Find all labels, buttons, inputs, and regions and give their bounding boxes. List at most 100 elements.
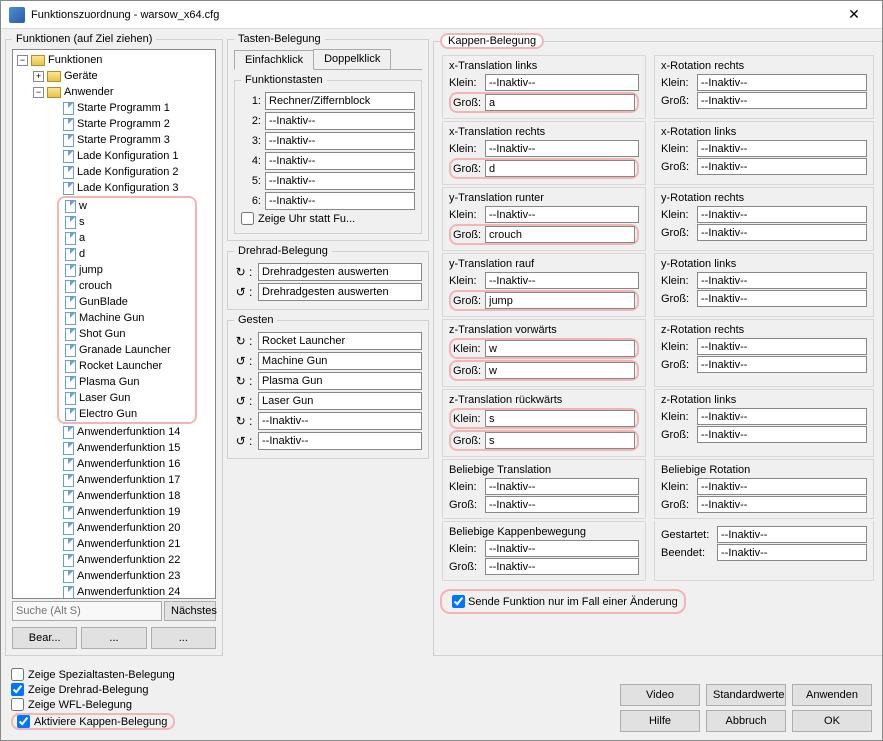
- kappen-input[interactable]: [485, 540, 639, 557]
- kappen-input[interactable]: [485, 558, 639, 575]
- kappen-input[interactable]: [485, 362, 635, 379]
- tree-item[interactable]: Lade Konfiguration 1: [13, 148, 215, 164]
- activate-kappen-checkbox[interactable]: [17, 715, 30, 728]
- tree-item[interactable]: s: [59, 214, 195, 230]
- kappen-input[interactable]: [697, 356, 867, 373]
- tree-item[interactable]: Anwenderfunktion 23: [13, 568, 215, 584]
- tree-item[interactable]: +Geräte: [13, 68, 215, 84]
- clock-checkbox[interactable]: [241, 212, 254, 225]
- kappen-input[interactable]: [697, 140, 867, 157]
- tree-item[interactable]: Anwenderfunktion 24: [13, 584, 215, 599]
- tree-item[interactable]: GunBlade: [59, 294, 195, 310]
- fk-input-5[interactable]: [265, 172, 415, 190]
- tree-item[interactable]: Rocket Launcher: [59, 358, 195, 374]
- bear-button[interactable]: Bear...: [12, 627, 77, 649]
- next-button[interactable]: Nächstes: [164, 601, 216, 621]
- kappen-input[interactable]: [485, 94, 635, 111]
- kappen-input[interactable]: [697, 74, 867, 91]
- kappen-input[interactable]: [697, 92, 867, 109]
- help-button[interactable]: Hilfe: [620, 710, 700, 732]
- kappen-input[interactable]: [485, 432, 635, 449]
- functions-tree[interactable]: −Funktionen+Geräte−AnwenderStarte Progra…: [12, 49, 216, 599]
- tree-item[interactable]: Lade Konfiguration 3: [13, 180, 215, 196]
- kappen-input[interactable]: [697, 408, 867, 425]
- kappen-input[interactable]: [485, 292, 635, 309]
- kappen-input[interactable]: [697, 478, 867, 495]
- kappen-input[interactable]: [697, 272, 867, 289]
- apply-button[interactable]: Anwenden: [792, 684, 872, 706]
- tree-item[interactable]: Plasma Gun: [59, 374, 195, 390]
- kappen-input[interactable]: [697, 338, 867, 355]
- tree-item[interactable]: Anwenderfunktion 19: [13, 504, 215, 520]
- gesture-input-4[interactable]: [258, 412, 422, 430]
- kappen-input[interactable]: [697, 206, 867, 223]
- tree-item[interactable]: Starte Programm 2: [13, 116, 215, 132]
- tree-item[interactable]: Electro Gun: [59, 406, 195, 422]
- show-wfl-checkbox[interactable]: [11, 698, 24, 711]
- dots1-button[interactable]: ...: [81, 627, 146, 649]
- tree-item[interactable]: a: [59, 230, 195, 246]
- kappen-input[interactable]: [697, 426, 867, 443]
- send-change-checkbox[interactable]: [452, 595, 465, 608]
- gesture-input-1[interactable]: [258, 352, 422, 370]
- kappen-input[interactable]: [697, 290, 867, 307]
- fk-input-6[interactable]: [265, 192, 415, 210]
- tree-item[interactable]: Anwenderfunktion 20: [13, 520, 215, 536]
- tree-item[interactable]: Anwenderfunktion 14: [13, 424, 215, 440]
- tab-doppelklick[interactable]: Doppelklick: [313, 49, 391, 69]
- drehrad-2[interactable]: [258, 283, 422, 301]
- tree-item[interactable]: Shot Gun: [59, 326, 195, 342]
- kappen-input[interactable]: [485, 160, 635, 177]
- fk-input-2[interactable]: [265, 112, 415, 130]
- tree-item[interactable]: Anwenderfunktion 22: [13, 552, 215, 568]
- tree-item[interactable]: d: [59, 246, 195, 262]
- cancel-button[interactable]: Abbruch: [706, 710, 786, 732]
- kappen-input[interactable]: [485, 226, 635, 243]
- show-special-checkbox[interactable]: [11, 668, 24, 681]
- defaults-button[interactable]: Standardwerte: [706, 684, 786, 706]
- tree-item[interactable]: −Anwender: [13, 84, 215, 100]
- tree-item[interactable]: w: [59, 198, 195, 214]
- kappen-input[interactable]: [485, 140, 639, 157]
- kappen-input[interactable]: [485, 478, 639, 495]
- drehrad-1[interactable]: [258, 263, 422, 281]
- gesture-input-2[interactable]: [258, 372, 422, 390]
- gesture-input-3[interactable]: [258, 392, 422, 410]
- fk-input-4[interactable]: [265, 152, 415, 170]
- close-icon[interactable]: ✕: [834, 6, 874, 23]
- tree-item[interactable]: jump: [59, 262, 195, 278]
- tree-item[interactable]: Anwenderfunktion 18: [13, 488, 215, 504]
- ok-button[interactable]: OK: [792, 710, 872, 732]
- show-drehrad-checkbox[interactable]: [11, 683, 24, 696]
- kappen-input[interactable]: [717, 544, 867, 561]
- kappen-input[interactable]: [697, 158, 867, 175]
- dots2-button[interactable]: ...: [151, 627, 216, 649]
- gesture-input-5[interactable]: [258, 432, 422, 450]
- kappen-input[interactable]: [485, 496, 639, 513]
- tree-item[interactable]: crouch: [59, 278, 195, 294]
- tree-item[interactable]: −Funktionen: [13, 52, 215, 68]
- search-input[interactable]: [12, 601, 162, 621]
- tree-item[interactable]: Machine Gun: [59, 310, 195, 326]
- tree-item[interactable]: Anwenderfunktion 16: [13, 456, 215, 472]
- tree-item[interactable]: Granade Launcher: [59, 342, 195, 358]
- tree-item[interactable]: Anwenderfunktion 21: [13, 536, 215, 552]
- kappen-input[interactable]: [485, 74, 639, 91]
- kappen-input[interactable]: [485, 340, 635, 357]
- kappen-input[interactable]: [485, 410, 635, 427]
- tab-einfachklick[interactable]: Einfachklick: [234, 50, 314, 70]
- fk-input-3[interactable]: [265, 132, 415, 150]
- tree-item[interactable]: Laser Gun: [59, 390, 195, 406]
- tree-item[interactable]: Starte Programm 1: [13, 100, 215, 116]
- gesture-input-0[interactable]: [258, 332, 422, 350]
- tree-item[interactable]: Anwenderfunktion 15: [13, 440, 215, 456]
- tree-item[interactable]: Lade Konfiguration 2: [13, 164, 215, 180]
- kappen-input[interactable]: [485, 206, 639, 223]
- tree-item[interactable]: Starte Programm 3: [13, 132, 215, 148]
- kappen-input[interactable]: [697, 496, 867, 513]
- video-button[interactable]: Video: [620, 684, 700, 706]
- kappen-input[interactable]: [717, 526, 867, 543]
- kappen-input[interactable]: [697, 224, 867, 241]
- fk-input-1[interactable]: [265, 92, 415, 110]
- tree-item[interactable]: Anwenderfunktion 17: [13, 472, 215, 488]
